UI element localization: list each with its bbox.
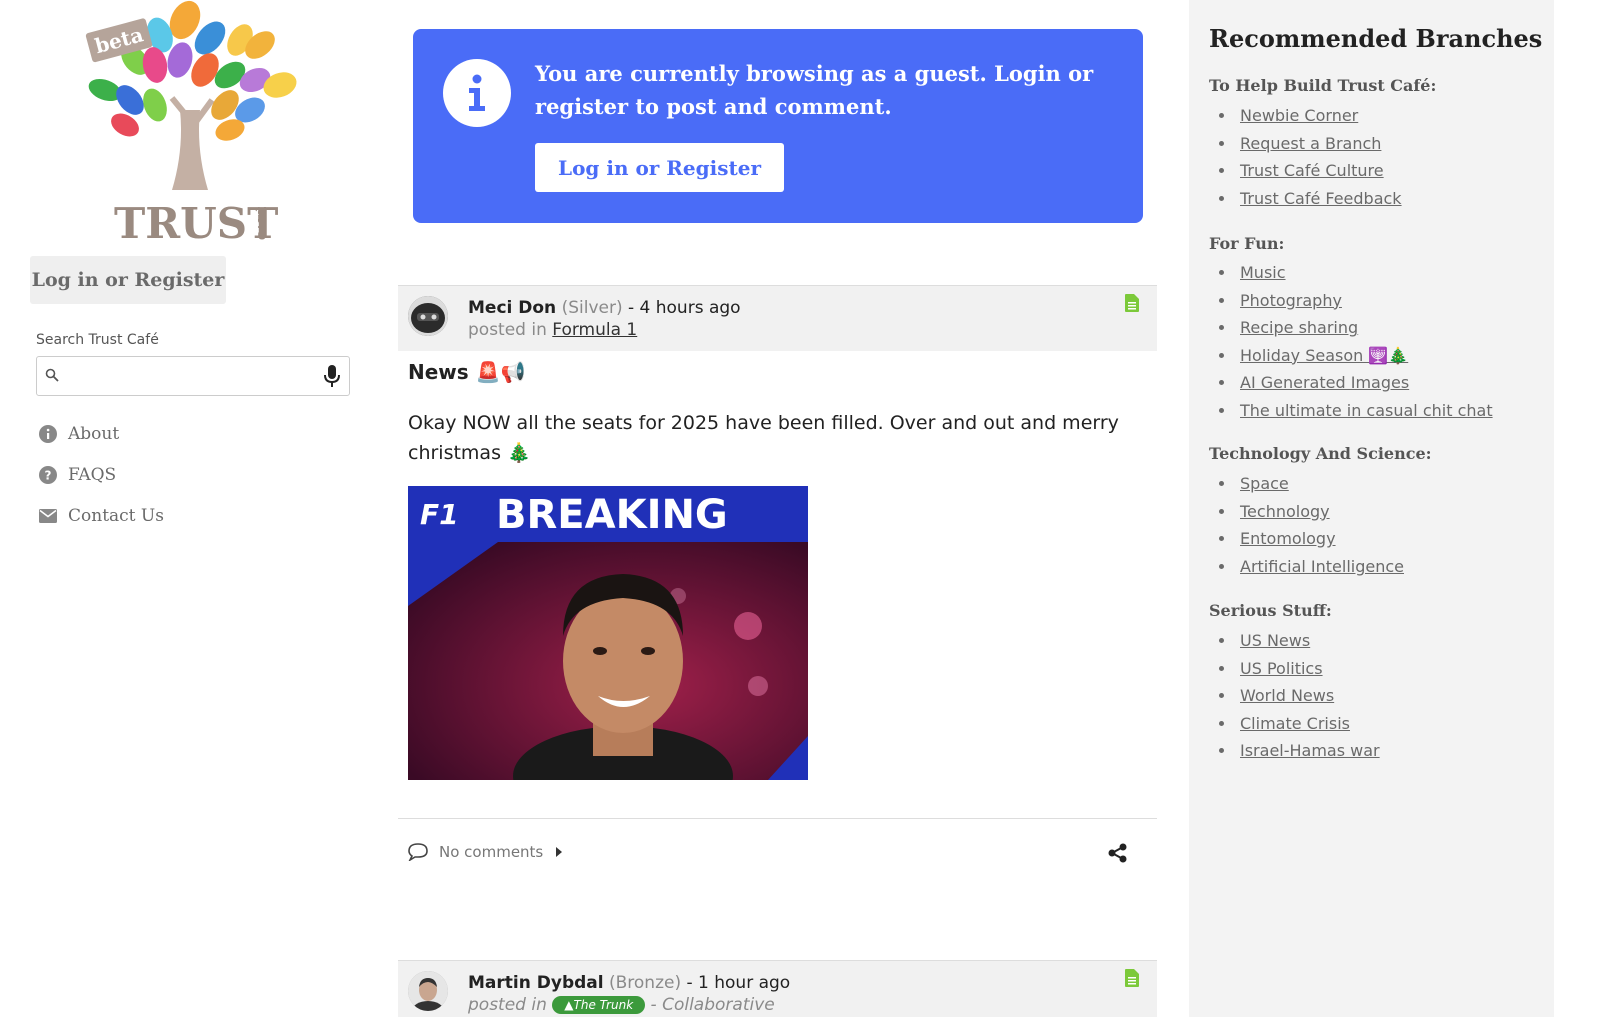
rec-item[interactable]: The ultimate in casual chit chat <box>1219 397 1493 425</box>
post-time: - 1 hour ago <box>681 973 791 993</box>
rec-item[interactable]: Music <box>1219 259 1493 287</box>
comment-bubble-icon <box>408 843 428 861</box>
svg-text:?: ? <box>45 469 52 483</box>
post-time: - 4 hours ago <box>622 298 741 318</box>
question-icon: ? <box>38 465 58 485</box>
guest-banner: You are currently browsing as a guest. L… <box>413 29 1143 223</box>
rec-item[interactable]: Holiday Season 🕎🎄 <box>1219 342 1493 370</box>
post-body: Okay NOW all the seats for 2025 have bee… <box>408 412 1119 464</box>
svg-text:CAFÉ: CAFÉ <box>255 207 269 240</box>
post-suffix: - Collaborative <box>645 995 775 1015</box>
posted-in-line: posted in Formula 1 <box>468 320 637 340</box>
rec-list: Music Photography Recipe sharing Holiday… <box>1219 259 1493 424</box>
branch-badge-label: The Trunk <box>573 998 634 1012</box>
rec-group-title: To Help Build Trust Café: <box>1209 76 1437 95</box>
rec-item[interactable]: Climate Crisis <box>1219 710 1380 738</box>
nav-contact[interactable]: Contact Us <box>38 504 164 528</box>
recommended-title: Recommended Branches <box>1209 24 1543 53</box>
recommended-sidebar: Recommended Branches To Help Build Trust… <box>1189 0 1554 1017</box>
rec-item[interactable]: World News <box>1219 682 1380 710</box>
post-divider <box>398 818 1157 819</box>
nav-faqs-label: FAQS <box>68 465 117 485</box>
guest-message: You are currently browsing as a guest. L… <box>535 61 1094 119</box>
comments-label: No comments <box>439 843 544 861</box>
nav-faqs[interactable]: ? FAQS <box>38 463 116 487</box>
author-name[interactable]: Meci Don <box>468 298 556 318</box>
document-icon[interactable] <box>1125 294 1139 312</box>
author-rank: (Bronze) <box>608 973 682 993</box>
branch-badge[interactable]: ▲The Trunk <box>552 996 646 1014</box>
trust-cafe-logo[interactable]: beta TRUST CAFÉ <box>80 0 310 245</box>
rec-group-title: Serious Stuff: <box>1209 601 1332 620</box>
svg-text:F1: F1 <box>420 498 459 531</box>
post-title: News 🚨📢 <box>408 360 526 384</box>
rec-group-title: Technology And Science: <box>1209 444 1432 463</box>
rec-item[interactable]: Space <box>1219 470 1404 498</box>
avatar[interactable] <box>408 971 448 1011</box>
nav-about[interactable]: About <box>38 422 119 446</box>
caret-right-icon <box>556 847 563 857</box>
nav-about-label: About <box>68 424 120 444</box>
author-line: Meci Don (Silver) - 4 hours ago <box>468 298 741 318</box>
banner-login-button[interactable]: Log in or Register <box>535 143 784 192</box>
rec-list: US News US Politics World News Climate C… <box>1219 627 1380 765</box>
search-box[interactable] <box>36 356 350 396</box>
nav-contact-label: Contact Us <box>68 506 164 526</box>
rec-item[interactable]: Recipe sharing <box>1219 314 1493 342</box>
tree-icon: ▲ <box>564 998 574 1012</box>
left-sidebar: beta TRUST CAFÉ Log in or Register Searc… <box>0 0 370 1017</box>
posted-in-label: posted in <box>468 320 547 340</box>
author-name[interactable]: Martin Dybdal <box>468 973 604 993</box>
rec-item[interactable]: US Politics <box>1219 655 1380 683</box>
svg-text:TRUST: TRUST <box>114 199 278 245</box>
rec-item[interactable]: Israel-Hamas war <box>1219 737 1380 765</box>
avatar[interactable] <box>408 296 448 336</box>
rec-item[interactable]: Entomology <box>1219 525 1404 553</box>
envelope-icon <box>38 506 58 526</box>
login-register-button[interactable]: Log in or Register <box>30 256 226 304</box>
rec-group-title: For Fun: <box>1209 234 1285 253</box>
rec-item[interactable]: Trust Café Culture <box>1219 157 1402 185</box>
share-icon[interactable] <box>1108 843 1128 863</box>
post-header: Meci Don (Silver) - 4 hours ago posted i… <box>398 285 1157 351</box>
post-image[interactable]: F1 BREAKING <box>408 486 808 780</box>
comments-toggle[interactable]: No comments <box>408 843 563 861</box>
info-icon <box>443 59 511 127</box>
search-input[interactable] <box>67 363 307 389</box>
rec-item[interactable]: Trust Café Feedback <box>1219 185 1402 213</box>
author-line: Martin Dybdal (Bronze) - 1 hour ago <box>468 973 790 993</box>
rec-item[interactable]: AI Generated Images <box>1219 369 1493 397</box>
svg-text:BREAKING: BREAKING <box>496 492 728 538</box>
rec-item[interactable]: Technology <box>1219 498 1404 526</box>
rec-item[interactable]: Request a Branch <box>1219 130 1402 158</box>
posted-in-line: posted in ▲The Trunk - Collaborative <box>468 995 775 1015</box>
post-header: Martin Dybdal (Bronze) - 1 hour ago post… <box>398 960 1157 1017</box>
rec-item[interactable]: US News <box>1219 627 1380 655</box>
info-icon <box>38 424 58 444</box>
rec-item[interactable]: Artificial Intelligence <box>1219 553 1404 581</box>
search-label: Search Trust Café <box>36 332 159 348</box>
rec-item[interactable]: Newbie Corner <box>1219 102 1402 130</box>
rec-list: Newbie Corner Request a Branch Trust Caf… <box>1219 102 1402 212</box>
document-icon[interactable] <box>1125 969 1139 987</box>
posted-in-label: posted in <box>468 995 547 1015</box>
branch-link[interactable]: Formula 1 <box>552 320 637 340</box>
rec-list: Space Technology Entomology Artificial I… <box>1219 470 1404 580</box>
author-rank: (Silver) <box>561 298 623 318</box>
search-icon <box>45 368 59 382</box>
microphone-icon[interactable] <box>323 364 341 388</box>
rec-item[interactable]: Photography <box>1219 287 1493 315</box>
